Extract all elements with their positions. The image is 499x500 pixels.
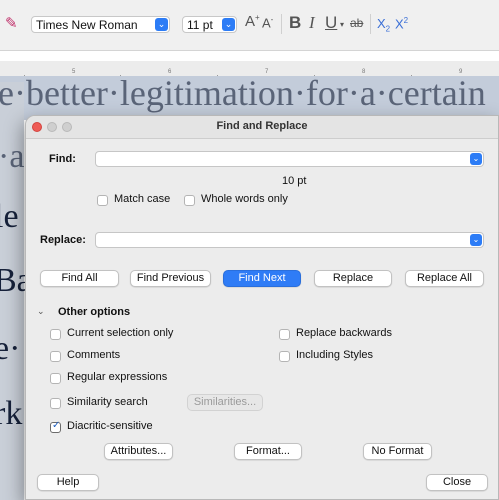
find-next-button[interactable]: Find Next [223, 270, 301, 287]
similarity-search-checkbox[interactable] [50, 398, 61, 409]
underline-dropdown-icon[interactable]: ▾ [340, 20, 344, 29]
replace-backwards-checkbox[interactable] [279, 329, 290, 340]
grow-font-button[interactable]: A+ [245, 13, 260, 30]
bold-button[interactable]: B [289, 13, 301, 33]
replace-backwards-label[interactable]: Replace backwards [296, 327, 392, 339]
document-text-line[interactable]: ·a [0, 138, 24, 176]
chevron-down-icon[interactable]: ⌄ [470, 153, 482, 165]
regular-expressions-label[interactable]: Regular expressions [67, 371, 167, 383]
search-attributes-note: 10 pt [282, 175, 307, 187]
format-button[interactable]: Format... [234, 443, 302, 460]
comments-label[interactable]: Comments [67, 349, 120, 361]
close-button[interactable]: Close [426, 474, 488, 491]
find-all-button[interactable]: Find All [40, 270, 119, 287]
help-button[interactable]: Help [37, 474, 99, 491]
clear-formatting-icon[interactable]: ✎ [5, 14, 18, 32]
whole-words-label[interactable]: Whole words only [201, 193, 288, 205]
font-size-box[interactable]: 11 pt ⌄ [182, 16, 237, 33]
attributes-button[interactable]: Attributes... [104, 443, 173, 460]
document-text-line[interactable]: le [0, 198, 19, 236]
find-combo[interactable]: ⌄ [95, 151, 484, 167]
document-text-line[interactable]: e· [0, 330, 20, 368]
underline-button[interactable]: U [325, 13, 337, 33]
chevron-down-icon[interactable]: ⌄ [222, 18, 235, 31]
comments-checkbox[interactable] [50, 351, 61, 362]
find-label: Find: [49, 153, 76, 165]
font-name-value: Times New Roman [36, 18, 138, 32]
font-size-value: 11 pt [187, 18, 213, 32]
diacritic-sensitive-label[interactable]: Diacritic-sensitive [67, 420, 153, 432]
replace-button[interactable]: Replace [314, 270, 392, 287]
shrink-font-button[interactable]: A- [262, 15, 273, 30]
diacritic-sensitive-checkbox[interactable]: ✓ [50, 420, 61, 433]
chevron-down-icon[interactable]: ⌄ [470, 234, 482, 246]
current-selection-only-label[interactable]: Current selection only [67, 327, 173, 339]
no-format-button[interactable]: No Format [363, 443, 432, 460]
dialog-titlebar[interactable]: Find and Replace [26, 116, 498, 139]
formatting-toolbar: ✎ Times New Roman ⌄ 11 pt ⌄ A+ A- B I U … [0, 0, 499, 51]
replace-label: Replace: [40, 234, 86, 246]
regular-expressions-checkbox[interactable] [50, 373, 61, 384]
italic-button[interactable]: I [309, 13, 315, 33]
toolbar-divider [370, 14, 371, 34]
strikethrough-button[interactable]: ab [350, 16, 363, 30]
match-case-checkbox[interactable] [97, 195, 108, 206]
current-selection-only-checkbox[interactable] [50, 329, 61, 340]
other-options-expander[interactable]: Other options [58, 306, 130, 318]
dialog-title: Find and Replace [216, 120, 308, 132]
toolbar-divider [281, 14, 282, 34]
document-text-line[interactable]: e·better·legitimation·for·a·certain [0, 72, 486, 114]
checkmark-icon: ✓ [52, 420, 61, 431]
replace-combo[interactable]: ⌄ [95, 232, 484, 248]
chevron-down-icon[interactable]: ⌄ [37, 306, 45, 317]
font-name-box[interactable]: Times New Roman ⌄ [31, 16, 170, 33]
replace-all-button[interactable]: Replace All [405, 270, 484, 287]
including-styles-checkbox[interactable] [279, 351, 290, 362]
document-text-line[interactable]: rk [0, 395, 22, 433]
subscript-button[interactable]: X2 [377, 16, 390, 34]
whole-words-checkbox[interactable] [184, 195, 195, 206]
including-styles-label[interactable]: Including Styles [296, 349, 373, 361]
chevron-down-icon[interactable]: ⌄ [155, 18, 168, 31]
similarity-search-label[interactable]: Similarity search [67, 396, 148, 408]
superscript-button[interactable]: X2 [395, 16, 408, 31]
match-case-label[interactable]: Match case [114, 193, 170, 205]
find-previous-button[interactable]: Find Previous [130, 270, 211, 287]
find-and-replace-dialog: Find and Replace Find: ⌄ 10 pt Match cas… [25, 115, 499, 500]
similarities-button[interactable]: Similarities... [187, 394, 263, 411]
